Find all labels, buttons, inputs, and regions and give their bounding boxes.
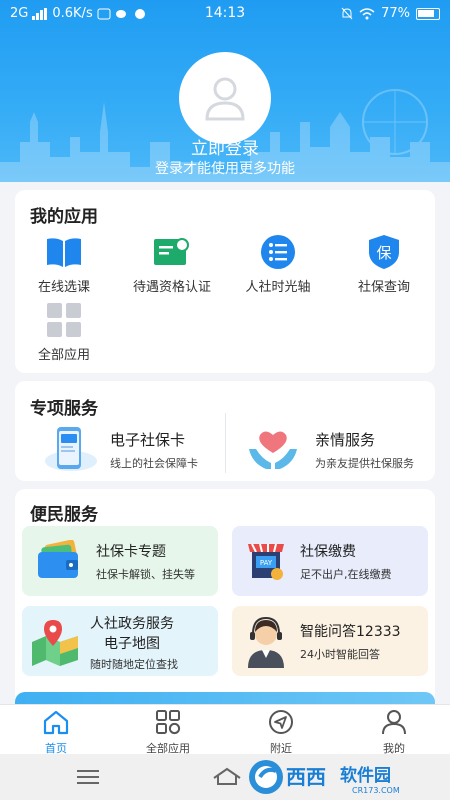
tile-gov-map[interactable]: 人社政务服务 电子地图 随时随地定位查找 [22,606,218,676]
special-services-title: 专项服务 [30,399,98,419]
app-online-course[interactable]: 在线选课 [14,234,114,295]
convenience-title: 便民服务 [30,505,98,525]
customer-service-icon [248,616,284,668]
service-family[interactable]: 亲情服务 为亲友提供社保服务 [226,423,435,493]
app-all-apps[interactable]: 全部应用 [14,302,114,363]
status-bar: 2G 0.6K/s 14:13 77% [0,0,450,28]
heart-hands-icon [249,431,297,469]
my-apps-card: 我的应用 在线选课 待遇资格认证 人社时光轴 保 社保查询 全部应用 [15,190,435,373]
watermark-url: CR173.COM [352,786,400,795]
special-services-card: 专项服务 电子社保卡 线上的社会保障卡 亲情服务 为亲友提供社保服务 [15,381,435,481]
tile-smart-qa[interactable]: 智能问答12333 24小时智能回答 [232,606,428,676]
apps-grid-icon [156,710,181,735]
certificate-icon [154,238,189,265]
avatar[interactable] [179,52,271,144]
location-arrow-icon [269,710,293,734]
watermark-brand: 西西 [286,765,326,789]
map-pin-icon [32,620,78,666]
app-benefit-certification[interactable]: 待遇资格认证 [122,234,222,295]
svg-text:保: 保 [376,244,391,262]
home-button-icon[interactable] [212,766,242,786]
login-link[interactable]: 立即登录 [0,134,450,159]
site-watermark: 西西 软件园 CR173.COM [249,760,400,795]
pay-store-icon: PAY [248,543,284,580]
wifi-icon [359,7,375,19]
book-icon [47,238,81,267]
tile-social-card-topic[interactable]: 社保卡专题 社保卡解锁、挂失等 [22,526,218,596]
grid-icon [47,303,81,337]
bottom-nav: 首页 全部应用 附近 我的 [0,704,450,756]
convenience-card: 便民服务 社保卡专题 社保卡解锁、挂失等 PAY 社保缴费 足不出户,在线缴费 [15,489,435,699]
home-icon [43,710,69,735]
menu-icon[interactable] [76,769,100,785]
user-placeholder-icon [205,77,245,121]
my-apps-title: 我的应用 [30,207,98,227]
phone-card-icon [45,427,97,471]
tile-social-payment[interactable]: PAY 社保缴费 足不出户,在线缴费 [232,526,428,596]
battery-icon [416,7,440,20]
tab-all-apps[interactable]: 全部应用 [112,709,224,756]
app-social-security-query[interactable]: 保 社保查询 [334,234,434,295]
app-timeline[interactable]: 人社时光轴 [228,234,328,295]
tab-mine[interactable]: 我的 [338,709,450,756]
header-banner: 2G 0.6K/s 14:13 77% 立即登录 登录才能使用更多功能 [0,0,450,182]
svg-text:PAY: PAY [260,559,273,567]
wallet-cards-icon [38,540,78,578]
person-icon [382,710,406,735]
battery-percent: 77% [381,6,410,21]
timeline-icon [261,235,295,269]
watermark-site: 软件园 [340,765,391,786]
tab-nearby[interactable]: 附近 [225,709,337,756]
login-hint: 登录才能使用更多功能 [155,161,295,177]
mute-bell-icon [341,7,353,20]
service-electronic-card[interactable]: 电子社保卡 线上的社会保障卡 [15,423,225,493]
shield-bao-icon: 保 [369,235,399,269]
tab-home[interactable]: 首页 [0,709,112,756]
